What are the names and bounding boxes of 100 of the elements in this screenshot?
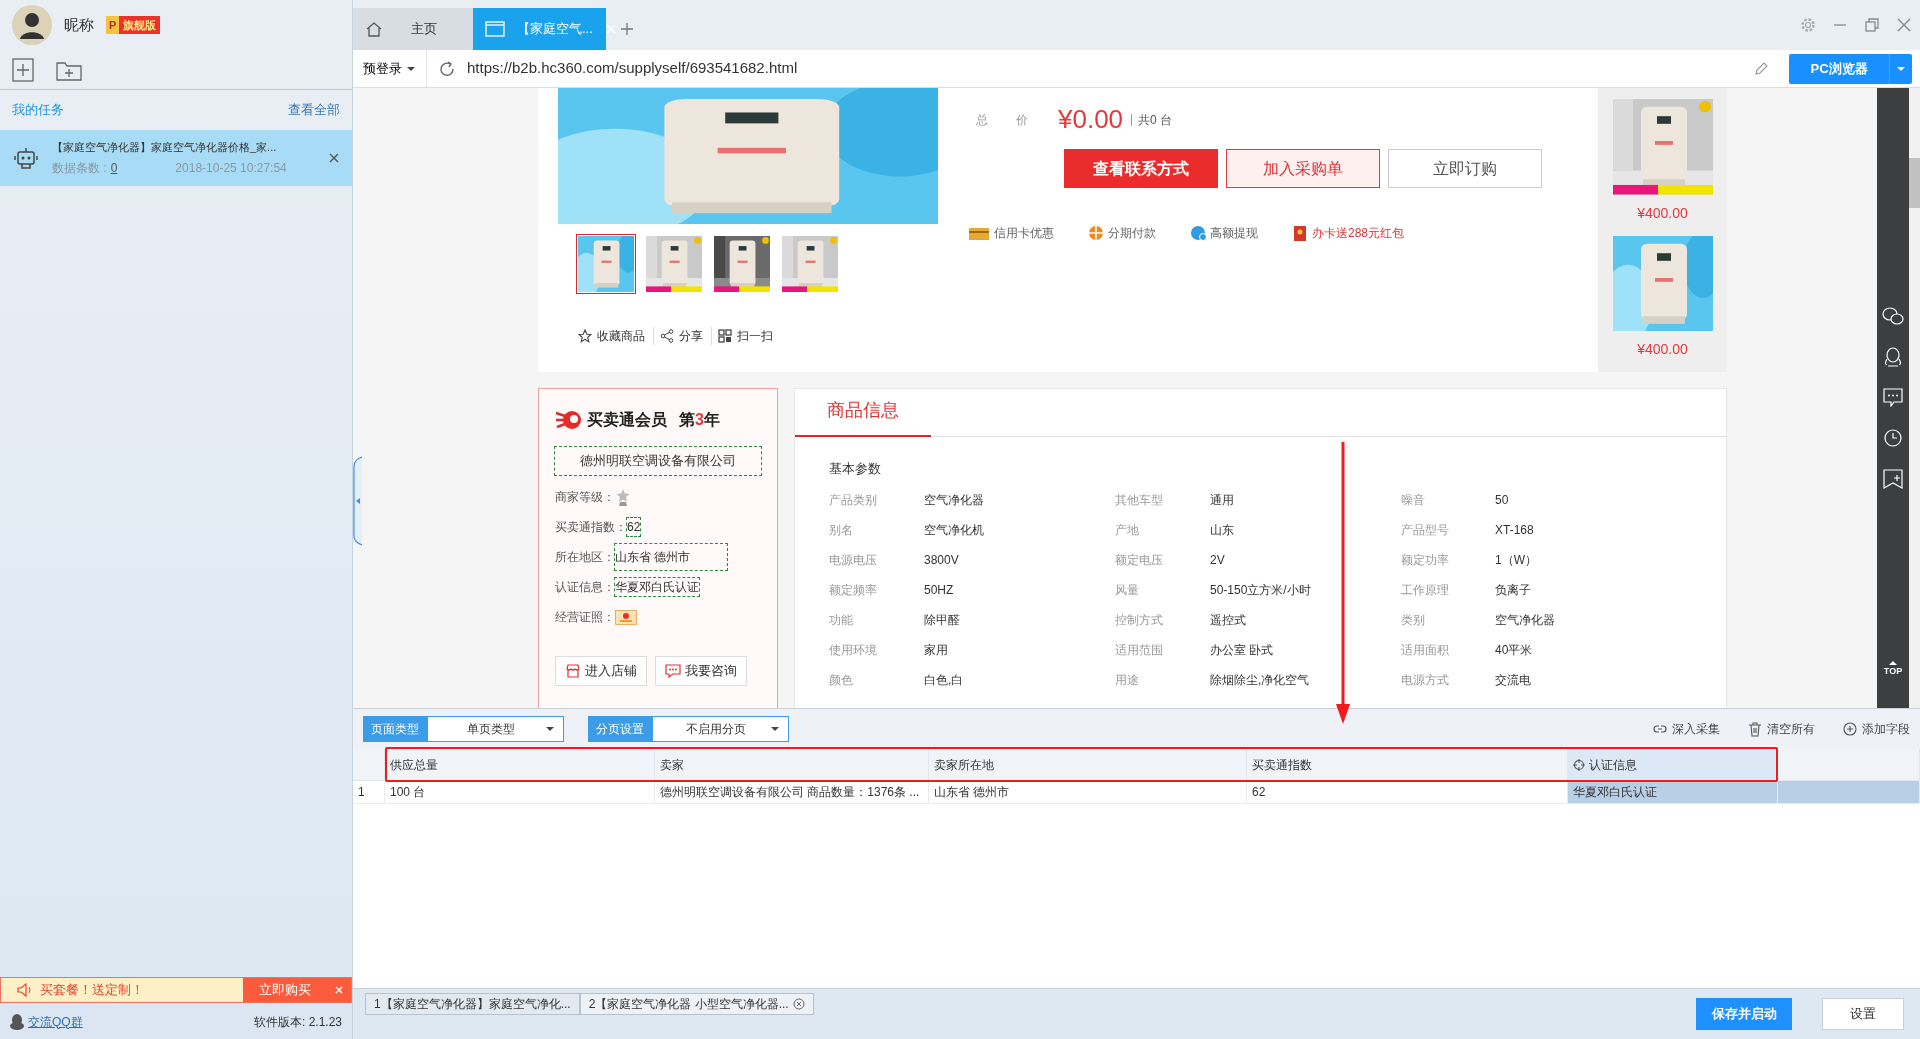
restore-icon[interactable] [1864,17,1880,33]
table-cell: 德州明联空调设备有限公司 商品数量：1376条 ... [655,781,929,804]
promo-link[interactable]: 高额提现 [1190,224,1258,242]
arrow-up-icon [1888,660,1898,666]
task-tab[interactable]: 1【家庭空气净化器】家庭空气净化... [365,993,580,1015]
promo-link[interactable]: 分期付款 [1088,224,1156,242]
param-label: 额定频率 [829,581,878,599]
company-name[interactable]: 德州明联空调设备有限公司 [555,447,761,475]
refresh-icon[interactable] [439,60,455,77]
vip-letter: P [106,15,120,35]
pencil-icon[interactable] [1753,60,1769,77]
param-label: 产地 [1115,521,1140,539]
field-label: 商家等级： [555,489,615,506]
dropdown-toggle[interactable] [1889,53,1912,84]
action-link[interactable]: 分享 [653,327,703,345]
view-all-link[interactable]: 查看全部 [288,100,340,120]
action-button[interactable]: 加入采购单 [1226,149,1380,188]
collapse-handle[interactable] [353,456,363,546]
bookmark-icon[interactable] [1883,469,1903,489]
param-value: 家用 [924,641,949,659]
qq-group-link[interactable]: 交流QQ群 [28,1012,83,1031]
close-icon[interactable] [1896,17,1912,33]
action-button[interactable]: 查看联系方式 [1064,149,1218,188]
param-value: 50-150立方米/小时 [1210,581,1312,599]
param-value: 3800V [924,551,960,569]
param-value: 2V [1210,551,1226,569]
column-header[interactable]: 供应总量 [385,749,655,781]
column-header[interactable]: 卖家所在地 [929,749,1247,781]
toolbar-button[interactable]: 深入采集 [1653,720,1720,738]
scrollbar-thumb[interactable] [1909,158,1920,208]
param-value: 交流电 [1495,671,1532,689]
column-header[interactable]: 卖家 [655,749,929,781]
avatar[interactable] [12,5,52,45]
pie-icon [1088,225,1104,241]
select-label: 页面类型 [363,716,427,742]
price-value: ¥400.00 [1637,203,1688,223]
thumbnail[interactable] [576,234,636,294]
coin-icon [1190,225,1206,241]
dropdown[interactable]: 不启用分页 [652,716,789,742]
promo-link[interactable]: 信用卡优惠 [968,224,1054,242]
param-label: 其他车型 [1115,491,1164,509]
window-icon [485,21,505,37]
column-header[interactable]: 认证信息 [1568,749,1778,781]
param-value: 空气净化器 [924,491,985,509]
back-to-top-button[interactable]: TOP [1883,660,1903,676]
toolbar-button[interactable]: 添加字段 [1843,720,1910,738]
task-title: 【家庭空气净化器】家庭空气净化器价格_家... [52,139,278,155]
thumbnail[interactable] [712,234,772,294]
penguin-icon[interactable] [1883,347,1903,367]
field-value: 山东省 德州市 [615,544,727,570]
promo-link[interactable]: 办卡送288元红包 [1292,224,1405,242]
price-label: 总价 [976,111,1056,129]
caret-icon [545,725,555,733]
thumbnail[interactable] [780,234,840,294]
section-title: 我的任务 [12,101,64,120]
new-tab-icon[interactable] [620,22,634,36]
param-label: 功能 [829,611,854,629]
thumbnail[interactable] [644,234,704,294]
column-header[interactable]: 买卖通指数 [1247,749,1568,781]
info-tab[interactable]: 商品信息 [795,389,931,437]
shop-button[interactable]: 进入店铺 [555,655,647,686]
toolbar-button[interactable]: 清空所有 [1748,720,1815,738]
wechat-icon[interactable] [1882,306,1904,326]
table-cell: 华夏邓白氏认证 [1568,781,1778,804]
task-tab[interactable]: 2【家庭空气净化器 小型空气净化器... [579,993,814,1015]
param-label: 别名 [829,521,854,539]
history-icon[interactable] [1883,428,1903,448]
robot-icon [14,146,38,170]
dropdown[interactable]: 单页类型 [427,716,564,742]
param-label: 电源方式 [1401,671,1450,689]
footer-button[interactable]: 设置 [1822,998,1904,1030]
field-label: 认证信息： [555,579,615,596]
license-icon[interactable] [615,609,637,625]
member-title: 买卖通会员 [587,410,667,430]
param-label: 适用范围 [1115,641,1164,659]
close-icon[interactable] [328,152,340,164]
task-item[interactable]: 【家庭空气净化器】家庭空气净化器价格_家... 数据条数 : 0 2018-10-25 10:27:54 [0,130,352,186]
section-title: 基本参数 [828,460,882,478]
action-link[interactable]: 收藏商品 [578,327,645,345]
browser-tab[interactable]: 主页 [353,8,473,50]
new-task-icon[interactable] [12,57,34,82]
param-value: 除甲醛 [924,611,961,629]
param-label: 颜色 [829,671,854,689]
address-field[interactable]: https://b2b.hc360.com/supplyself/693541682.html [459,57,1733,80]
param-label: 使用环境 [829,641,878,659]
close-icon[interactable] [604,23,617,35]
action-button[interactable]: 立即订购 [1388,149,1542,188]
quantity-text: 共0 台 [1131,113,1173,126]
table-cell: 山东省 德州市 [929,781,1247,804]
action-link[interactable]: 扫一扫 [711,327,773,345]
message-icon[interactable] [1883,388,1903,407]
close-icon[interactable] [792,998,805,1010]
shop-button[interactable]: 我要咨询 [655,655,747,686]
version-text: 软件版本: 2.1.23 [253,1013,342,1031]
param-label: 电源电压 [829,551,878,569]
login-dropdown[interactable]: 预登录 [353,50,427,87]
param-label: 产品类别 [829,491,878,509]
caret-icon [770,725,780,733]
task-time: 2018-10-25 10:27:54 [175,160,287,178]
param-label: 额定功率 [1401,551,1450,569]
